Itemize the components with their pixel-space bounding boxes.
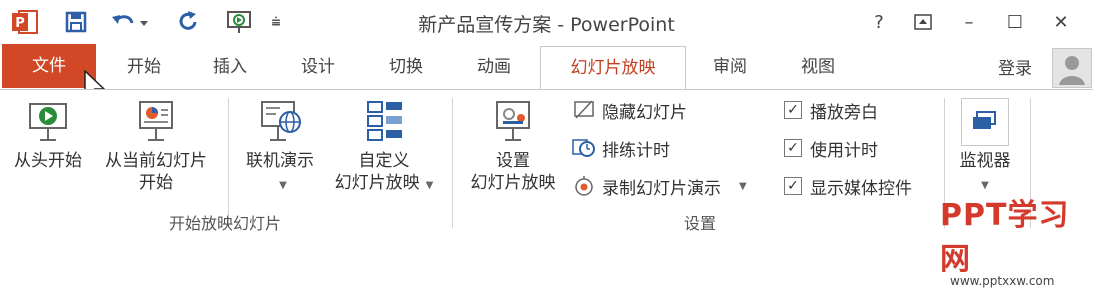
record-slide-show-icon	[572, 174, 596, 198]
from-current-slide-label-2: 开始	[139, 173, 173, 193]
dropdown-arrow-icon: ▼	[279, 180, 287, 191]
from-current-slide-button[interactable]: 从当前幻灯片 开始	[94, 98, 218, 194]
custom-slide-show-icon	[367, 101, 402, 141]
checkbox-checked-icon[interactable]: ✓	[784, 177, 802, 195]
set-up-slide-show-icon	[496, 101, 530, 141]
dropdown-arrow-icon: ▼	[739, 180, 747, 192]
from-beginning-button[interactable]: 从头开始	[6, 98, 90, 172]
custom-slide-show-button[interactable]: 自定义 幻灯片放映 ▼	[326, 98, 442, 197]
tab-animations[interactable]: 动画	[454, 46, 534, 88]
start-slide-show-group-label: 开始放映幻灯片	[168, 214, 281, 233]
show-media-controls-label: 显示媒体控件	[810, 178, 912, 199]
ribbon-body: 从头开始 从当前幻灯片 开始 联机演示 ▼ 自定义 幻灯片放映 ▼ 开始放映幻灯…	[0, 89, 1093, 242]
checkbox-checked-icon[interactable]: ✓	[784, 101, 802, 119]
start-from-beginning-icon	[29, 103, 67, 141]
sign-in-link[interactable]: 登录	[998, 54, 1032, 79]
user-icon	[1059, 56, 1085, 85]
record-slide-show-button[interactable]: 录制幻灯片演示 ▼	[572, 172, 747, 200]
set-up-slide-show-label-2: 幻灯片放映	[470, 173, 556, 193]
monitor-button[interactable]: 监视器 ▼	[950, 98, 1020, 197]
watermark-title: PPT学习网	[940, 198, 1070, 277]
set-up-slide-show-label-1: 设置	[496, 151, 530, 171]
use-timings-label: 使用计时	[810, 140, 878, 161]
tab-insert[interactable]: 插入	[190, 46, 270, 88]
present-online-icon	[261, 101, 301, 141]
start-from-current-slide-icon	[139, 101, 173, 141]
use-timings-checkbox[interactable]: ✓ 使用计时	[780, 134, 878, 162]
avatar[interactable]	[1052, 48, 1092, 88]
watermark-url: www.pptxxw.com	[950, 274, 1055, 288]
rehearse-timings-label: 排练计时	[602, 140, 670, 161]
from-beginning-label: 从头开始	[14, 151, 82, 171]
tab-view[interactable]: 视图	[778, 46, 858, 88]
title-bar: P ⩧ 新产品宣传方案 - PowerPoint ? – ☐ ✕	[0, 0, 1093, 44]
play-narrations-checkbox[interactable]: ✓ 播放旁白	[780, 96, 878, 124]
set-up-slide-show-button[interactable]: 设置 幻灯片放映	[458, 98, 568, 194]
tab-home[interactable]: 开始	[104, 46, 184, 88]
present-online-button[interactable]: 联机演示 ▼	[234, 98, 326, 197]
show-media-controls-checkbox[interactable]: ✓ 显示媒体控件	[780, 172, 912, 200]
hide-slide-button[interactable]: 隐藏幻灯片	[572, 96, 687, 124]
maximize-button[interactable]: ☐	[998, 6, 1032, 38]
help-button[interactable]: ?	[862, 6, 896, 38]
hide-slide-label: 隐藏幻灯片	[602, 102, 687, 123]
hide-slide-icon	[572, 98, 596, 122]
monitor-label: 监视器	[959, 151, 1011, 171]
rehearse-timings-button[interactable]: 排练计时	[572, 134, 670, 162]
play-narrations-label: 播放旁白	[810, 102, 878, 123]
custom-slide-show-label-1: 自定义	[358, 151, 410, 171]
watermark: PPT学习网 www.pptxxw.com	[940, 190, 1093, 288]
ribbon-tabs: 文件 开始 插入 设计 切换 动画 幻灯片放映 审阅 视图 登录	[0, 44, 1093, 91]
ribbon-display-options-icon[interactable]	[906, 6, 940, 38]
group-separator	[452, 98, 453, 228]
group-separator	[228, 98, 229, 228]
tab-file[interactable]: 文件	[2, 44, 96, 88]
minimize-button[interactable]: –	[952, 6, 986, 38]
record-slide-show-label: 录制幻灯片演示	[602, 178, 721, 199]
rehearse-timings-icon	[572, 136, 596, 160]
tab-transitions[interactable]: 切换	[366, 46, 446, 88]
close-button[interactable]: ✕	[1044, 6, 1078, 38]
setup-group-label: 设置	[683, 214, 716, 233]
dropdown-arrow-icon: ▼	[425, 180, 434, 191]
present-online-label: 联机演示	[246, 151, 314, 171]
tab-design[interactable]: 设计	[278, 46, 358, 88]
checkbox-checked-icon[interactable]: ✓	[784, 139, 802, 157]
monitor-icon	[961, 98, 1009, 146]
tab-review[interactable]: 审阅	[690, 46, 770, 88]
tab-slide-show[interactable]: 幻灯片放映	[540, 46, 686, 91]
from-current-slide-label-1: 从当前幻灯片	[105, 151, 207, 171]
custom-slide-show-label-2: 幻灯片放映	[334, 173, 420, 193]
